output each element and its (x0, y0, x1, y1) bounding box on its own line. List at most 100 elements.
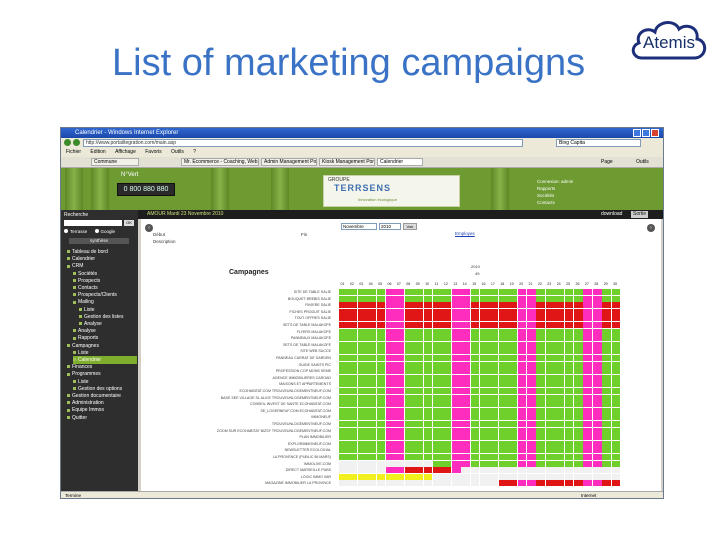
calendar-cell[interactable] (564, 388, 574, 394)
calendar-cell[interactable] (367, 388, 376, 394)
calendar-cell[interactable] (498, 322, 508, 328)
calendar-cell[interactable] (451, 473, 461, 480)
calendar-cell[interactable] (404, 295, 414, 302)
calendar-cell[interactable] (545, 454, 555, 460)
calendar-cell[interactable] (536, 361, 546, 368)
calendar-cell[interactable] (433, 480, 442, 487)
calendar-cell[interactable] (404, 289, 414, 295)
calendar-cell[interactable] (592, 467, 602, 474)
calendar-cell[interactable] (442, 407, 452, 414)
calendar-cell[interactable] (574, 467, 583, 474)
calendar-cell[interactable] (583, 401, 593, 408)
calendar-cell[interactable] (348, 473, 358, 480)
calendar-cell[interactable] (367, 335, 376, 342)
calendar-cell[interactable] (545, 335, 555, 342)
calendar-cell[interactable] (583, 295, 593, 302)
calendar-cell[interactable] (545, 440, 555, 447)
calendar-cell[interactable] (592, 368, 602, 375)
calendar-cell[interactable] (545, 308, 555, 315)
calendar-cell[interactable] (611, 368, 621, 375)
calendar-cell[interactable] (442, 381, 452, 388)
calendar-cell[interactable] (442, 447, 452, 454)
calendar-cell[interactable] (423, 289, 433, 295)
calendar-cell[interactable] (602, 361, 611, 368)
calendar-cell[interactable] (414, 440, 423, 447)
calendar-cell[interactable] (414, 454, 423, 460)
calendar-cell[interactable] (555, 414, 564, 421)
calendar-cell[interactable] (583, 454, 593, 460)
calendar-cell[interactable] (423, 394, 433, 401)
calendar-cell[interactable] (451, 302, 461, 309)
calendar-cell[interactable] (555, 315, 564, 322)
calendar-cell[interactable] (470, 401, 480, 408)
calendar-cell[interactable] (376, 427, 386, 434)
exit-button[interactable]: Sortie (631, 211, 649, 218)
calendar-cell[interactable] (611, 335, 621, 342)
calendar-cell[interactable] (367, 480, 376, 487)
calendar-cell[interactable] (592, 302, 602, 309)
calendar-cell[interactable] (339, 467, 348, 474)
calendar-cell[interactable] (423, 341, 433, 348)
calendar-cell[interactable] (423, 374, 433, 381)
calendar-cell[interactable] (414, 460, 423, 467)
calendar-cell[interactable] (348, 348, 358, 355)
calendar-cell[interactable] (423, 355, 433, 361)
calendar-cell[interactable] (592, 434, 602, 441)
calendar-cell[interactable] (423, 361, 433, 368)
calendar-cell[interactable] (527, 401, 536, 408)
calendar-cell[interactable] (404, 315, 414, 322)
calendar-cell[interactable] (367, 427, 376, 434)
radio-terrasse-icon[interactable] (64, 229, 68, 233)
calendar-cell[interactable] (404, 434, 414, 441)
calendar-cell[interactable] (404, 414, 414, 421)
calendar-cell[interactable] (376, 460, 386, 467)
calendar-cell[interactable] (489, 467, 499, 474)
calendar-cell[interactable] (536, 289, 546, 295)
calendar-cell[interactable] (508, 335, 517, 342)
calendar-cell[interactable] (517, 447, 527, 454)
calendar-cell[interactable] (536, 473, 546, 480)
calendar-cell[interactable] (357, 302, 367, 309)
calendar-cell[interactable] (451, 315, 461, 322)
calendar-cell[interactable] (545, 407, 555, 414)
calendar-cell[interactable] (508, 440, 517, 447)
calendar-cell[interactable] (367, 454, 376, 460)
calendar-cell[interactable] (611, 295, 621, 302)
calendar-cell[interactable] (536, 407, 546, 414)
calendar-cell[interactable] (395, 421, 405, 427)
calendar-cell[interactable] (545, 361, 555, 368)
calendar-cell[interactable] (611, 467, 621, 474)
calendar-cell[interactable] (339, 447, 348, 454)
calendar-cell[interactable] (357, 440, 367, 447)
calendar-cell[interactable] (592, 460, 602, 467)
calendar-cell[interactable] (395, 480, 405, 487)
calendar-cell[interactable] (357, 361, 367, 368)
calendar-cell[interactable] (386, 381, 395, 388)
calendar-cell[interactable] (442, 414, 452, 421)
calendar-cell[interactable] (433, 328, 442, 335)
calendar-cell[interactable] (574, 328, 583, 335)
calendar-cell[interactable] (611, 394, 621, 401)
calendar-cell[interactable] (386, 322, 395, 328)
calendar-cell[interactable] (423, 460, 433, 467)
calendar-cell[interactable] (470, 308, 480, 315)
calendar-cell[interactable] (527, 394, 536, 401)
calendar-cell[interactable] (357, 328, 367, 335)
calendar-cell[interactable] (442, 368, 452, 375)
calendar-cell[interactable] (386, 368, 395, 375)
calendar-cell[interactable] (470, 427, 480, 434)
browser-tab-active[interactable]: Calendrier (377, 158, 423, 166)
calendar-cell[interactable] (480, 322, 489, 328)
calendar-cell[interactable] (611, 480, 621, 487)
calendar-cell[interactable] (451, 374, 461, 381)
calendar-cell[interactable] (545, 427, 555, 434)
calendar-cell[interactable] (592, 322, 602, 328)
calendar-cell[interactable] (339, 414, 348, 421)
calendar-cell[interactable] (357, 355, 367, 361)
calendar-cell[interactable] (592, 315, 602, 322)
browser-tab[interactable]: Mr. Ecommerce - Coaching, Web... (181, 158, 259, 166)
calendar-cell[interactable] (592, 421, 602, 427)
calendar-cell[interactable] (357, 454, 367, 460)
calendar-cell[interactable] (480, 335, 489, 342)
calendar-cell[interactable] (348, 414, 358, 421)
